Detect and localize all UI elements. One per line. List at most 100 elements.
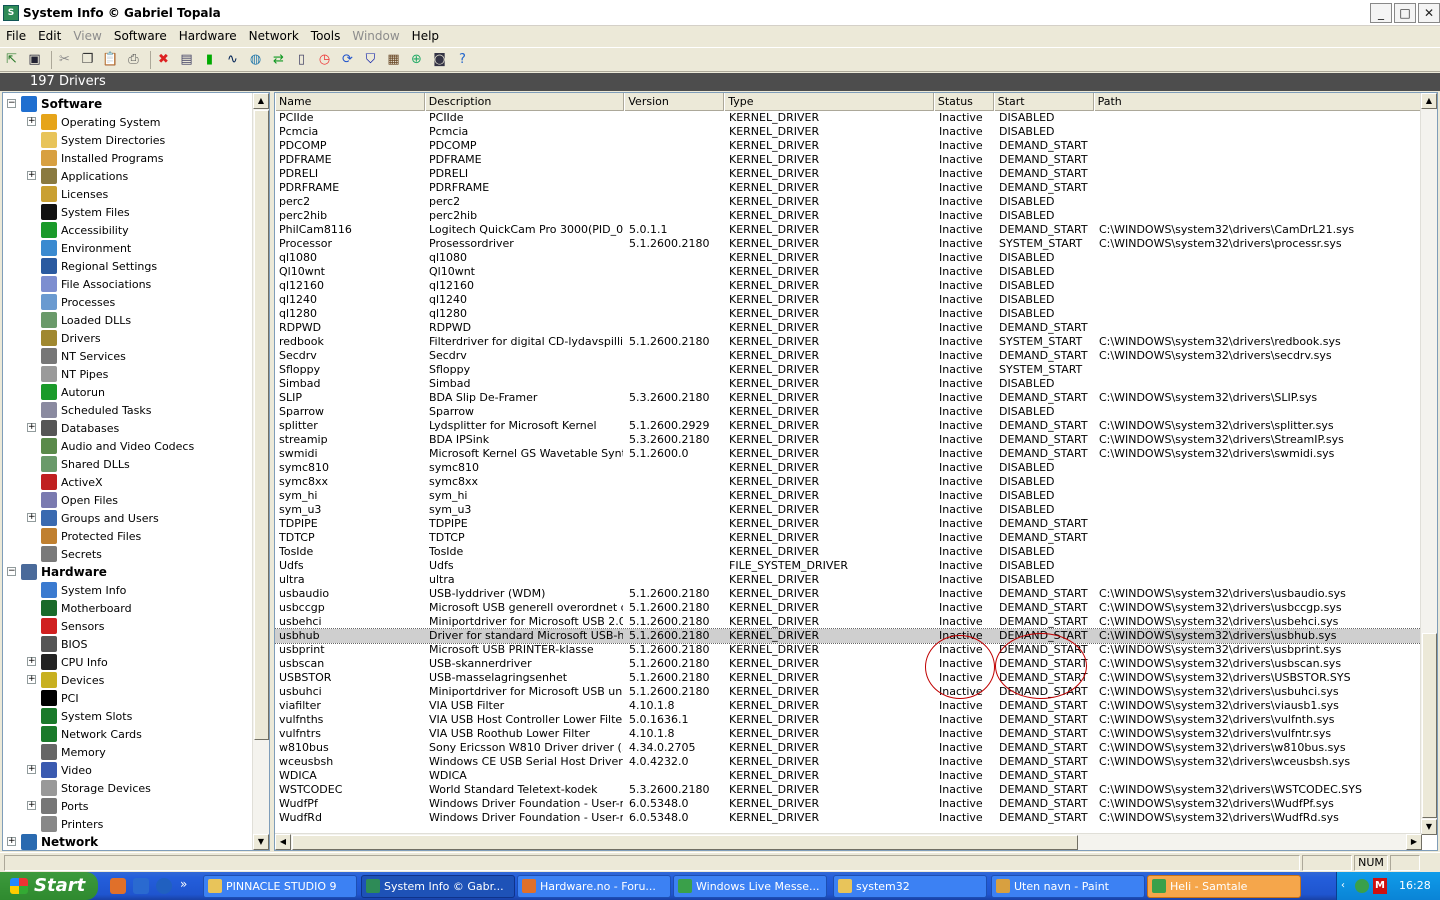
table-row[interactable]: Sfloppy Sfloppy KERNEL_DRIVER Inactive SYSTE… bbox=[275, 363, 1421, 377]
menu-file[interactable]: File bbox=[0, 27, 32, 45]
menu-help[interactable]: Help bbox=[406, 27, 445, 45]
grid-icon[interactable]: ▦ bbox=[384, 50, 403, 69]
menu-network[interactable]: Network bbox=[243, 27, 305, 45]
tree-item-databases[interactable]: + Databases bbox=[3, 419, 119, 437]
tree-item-system-files[interactable]: System Files bbox=[3, 203, 130, 221]
table-row[interactable]: usbuhci Miniportdriver for Microsoft USB … bbox=[275, 685, 1421, 699]
menu-window[interactable]: Window bbox=[346, 27, 405, 45]
info-window-icon[interactable]: ◙ bbox=[430, 50, 449, 69]
tree-item-memory[interactable]: Memory bbox=[3, 743, 106, 761]
column-header-description[interactable]: Description bbox=[424, 93, 625, 111]
tree-item-shared-dlls[interactable]: Shared DLLs bbox=[3, 455, 130, 473]
tree-item-sensors[interactable]: Sensors bbox=[3, 617, 104, 635]
tree-item-ports[interactable]: + Ports bbox=[3, 797, 89, 815]
tree-item-system-directories[interactable]: System Directories bbox=[3, 131, 165, 149]
table-row[interactable]: Udfs Udfs FILE_SYSTEM_DRIVER Inactive DISABL… bbox=[275, 559, 1421, 573]
tree-item-installed-programs[interactable]: Installed Programs bbox=[3, 149, 164, 167]
network-icon[interactable]: ⊕ bbox=[407, 50, 426, 69]
table-row[interactable]: Pcmcia Pcmcia KERNEL_DRIVER Inactive DISABLE… bbox=[275, 125, 1421, 139]
table-row[interactable]: ql12160 ql12160 KERNEL_DRIVER Inactive DISAB… bbox=[275, 279, 1421, 293]
tree-item-operating-system[interactable]: + Operating System bbox=[3, 113, 161, 131]
table-row[interactable]: symc8xx symc8xx KERNEL_DRIVER Inactive DISAB… bbox=[275, 475, 1421, 489]
tray-expand-icon[interactable]: ‹ bbox=[1341, 872, 1345, 900]
table-row[interactable]: usbhub Driver for standard Microsoft USB-… bbox=[275, 628, 1422, 644]
table-row[interactable]: PDRELI PDRELI KERNEL_DRIVER Inactive DEMAND_… bbox=[275, 167, 1421, 181]
quicklaunch-more-icon[interactable]: » bbox=[180, 877, 187, 891]
table-row[interactable]: streamip BDA IPSink 5.3.2600.2180 KERNEL_DR… bbox=[275, 433, 1421, 447]
document-icon[interactable]: ▯ bbox=[292, 50, 311, 69]
table-row[interactable]: Processor Prosessordriver 5.1.2600.2180 KER… bbox=[275, 237, 1421, 251]
collapse-icon[interactable]: − bbox=[7, 99, 16, 108]
save-icon[interactable]: ▣ bbox=[25, 50, 44, 69]
tree-vertical-scrollbar[interactable]: ▲ ▼ bbox=[252, 93, 269, 850]
table-row[interactable]: vulfntrs VIA USB Roothub Lower Filter 4.10… bbox=[275, 727, 1421, 741]
table-row[interactable]: SLIP BDA Slip De-Framer 5.3.2600.2180 KERNE… bbox=[275, 391, 1421, 405]
expand-icon[interactable]: + bbox=[27, 513, 36, 522]
table-row[interactable]: PDFRAME PDFRAME KERNEL_DRIVER Inactive DEMAN… bbox=[275, 153, 1421, 167]
maximize-button[interactable]: □ bbox=[1394, 3, 1416, 23]
tree-item-regional-settings[interactable]: Regional Settings bbox=[3, 257, 157, 275]
column-header-status[interactable]: Status bbox=[933, 93, 994, 111]
navigation-tree[interactable]: − Software + Operating System System Directo… bbox=[2, 92, 270, 851]
wave-icon[interactable]: ∿ bbox=[223, 50, 242, 69]
column-header-type[interactable]: Type bbox=[724, 93, 934, 111]
tree-item-software[interactable]: − Software bbox=[3, 95, 102, 113]
list-hscroll-thumb[interactable] bbox=[292, 835, 1078, 850]
table-row[interactable]: swmidi Microsoft Kernel GS Wavetable Synt… bbox=[275, 447, 1421, 461]
tree-item-activex[interactable]: ActiveX bbox=[3, 473, 103, 491]
tree-item-environment[interactable]: Environment bbox=[3, 239, 131, 257]
minimize-button[interactable]: _ bbox=[1370, 3, 1392, 23]
exit-icon[interactable]: ⇱ bbox=[2, 50, 21, 69]
taskbar-task-pinnacle-studio-9[interactable]: PINNACLE STUDIO 9 bbox=[203, 875, 357, 898]
table-row[interactable]: usbscan USB-skannerdriver 5.1.2600.2180 KER… bbox=[275, 657, 1421, 671]
column-header-path[interactable]: Path bbox=[1093, 93, 1423, 111]
table-row[interactable]: redbook Filterdriver for digital CD-lydav… bbox=[275, 335, 1421, 349]
taskbar-task-system-info-gabr[interactable]: System Info © Gabr... bbox=[361, 875, 515, 898]
table-row[interactable]: w810bus Sony Ericsson W810 Driver driver … bbox=[275, 741, 1421, 755]
table-row[interactable]: TDTCP TDTCP KERNEL_DRIVER Inactive DEMAND_ST… bbox=[275, 531, 1421, 545]
taskbar-task-windows-live-messe[interactable]: Windows Live Messe... bbox=[673, 875, 827, 898]
tree-item-loaded-dlls[interactable]: Loaded DLLs bbox=[3, 311, 131, 329]
refresh-icon[interactable]: ⟳ bbox=[338, 50, 357, 69]
table-row[interactable]: WudfRd Windows Driver Foundation - User-m… bbox=[275, 811, 1421, 825]
expand-icon[interactable]: + bbox=[27, 171, 36, 180]
taskbar-task-heli-samtale[interactable]: Heli - Samtale bbox=[1147, 875, 1301, 898]
tree-item-printers[interactable]: Printers bbox=[3, 815, 103, 833]
table-row[interactable]: ql1280 ql1280 KERNEL_DRIVER Inactive DISABLE… bbox=[275, 307, 1421, 321]
tree-item-audio-and-video-codecs[interactable]: Audio and Video Codecs bbox=[3, 437, 194, 455]
table-row[interactable]: sym_hi sym_hi KERNEL_DRIVER Inactive DISABLE… bbox=[275, 489, 1421, 503]
list-scroll-left-button[interactable]: ◀ bbox=[275, 834, 291, 850]
list-scroll-up-button[interactable]: ▲ bbox=[1421, 93, 1437, 109]
column-header-name[interactable]: Name bbox=[275, 93, 425, 111]
tree-scroll-thumb[interactable] bbox=[254, 110, 269, 740]
antivirus-tray-icon[interactable]: M bbox=[1373, 878, 1387, 894]
expand-icon[interactable]: + bbox=[27, 765, 36, 774]
shield-icon[interactable]: ⛉ bbox=[361, 50, 380, 69]
collapse-icon[interactable]: − bbox=[7, 567, 16, 576]
table-row[interactable]: ql1080 ql1080 KERNEL_DRIVER Inactive DISABLE… bbox=[275, 251, 1421, 265]
cut-icon[interactable]: ✂ bbox=[55, 50, 74, 69]
expand-icon[interactable]: + bbox=[7, 837, 16, 846]
table-row[interactable]: PCIIde PCIIde KERNEL_DRIVER Inactive DISABLE… bbox=[275, 111, 1421, 125]
table-row[interactable]: RDPWD RDPWD KERNEL_DRIVER Inactive DEMAND_ST… bbox=[275, 321, 1421, 335]
tree-item-accessibility[interactable]: Accessibility bbox=[3, 221, 129, 239]
tree-item-network[interactable]: + Network bbox=[3, 833, 98, 850]
tree-item-devices[interactable]: + Devices bbox=[3, 671, 104, 689]
report-icon[interactable]: ▤ bbox=[177, 50, 196, 69]
table-row[interactable]: ultra ultra KERNEL_DRIVER Inactive DISABLED bbox=[275, 573, 1421, 587]
table-row[interactable]: sym_u3 sym_u3 KERNEL_DRIVER Inactive DISABLE… bbox=[275, 503, 1421, 517]
table-row[interactable]: ql1240 ql1240 KERNEL_DRIVER Inactive DISABLE… bbox=[275, 293, 1421, 307]
table-row[interactable]: WSTCODEC World Standard Teletext-kodek 5.3… bbox=[275, 783, 1421, 797]
tree-item-groups-and-users[interactable]: + Groups and Users bbox=[3, 509, 159, 527]
tree-item-cpu-info[interactable]: + CPU Info bbox=[3, 653, 108, 671]
table-row[interactable]: WudfPf Windows Driver Foundation - User-m… bbox=[275, 797, 1421, 811]
stop-icon[interactable]: ✖ bbox=[154, 50, 173, 69]
cpu-bar-icon[interactable]: ▮ bbox=[200, 50, 219, 69]
table-row[interactable]: usbaudio USB-lyddriver (WDM) 5.1.2600.2180… bbox=[275, 587, 1421, 601]
table-row[interactable]: Secdrv Secdrv KERNEL_DRIVER Inactive DEMAND_… bbox=[275, 349, 1421, 363]
help-icon[interactable]: ? bbox=[453, 50, 472, 69]
table-row[interactable]: USBSTOR USB-masselagringsenhet 5.1.2600.21… bbox=[275, 671, 1421, 685]
list-horizontal-scrollbar[interactable]: ◀ ▶ bbox=[275, 833, 1422, 850]
print-icon[interactable]: ⎙ bbox=[124, 50, 143, 69]
drivers-list[interactable]: Name Description Version Type Status Start Pat… bbox=[274, 92, 1438, 851]
